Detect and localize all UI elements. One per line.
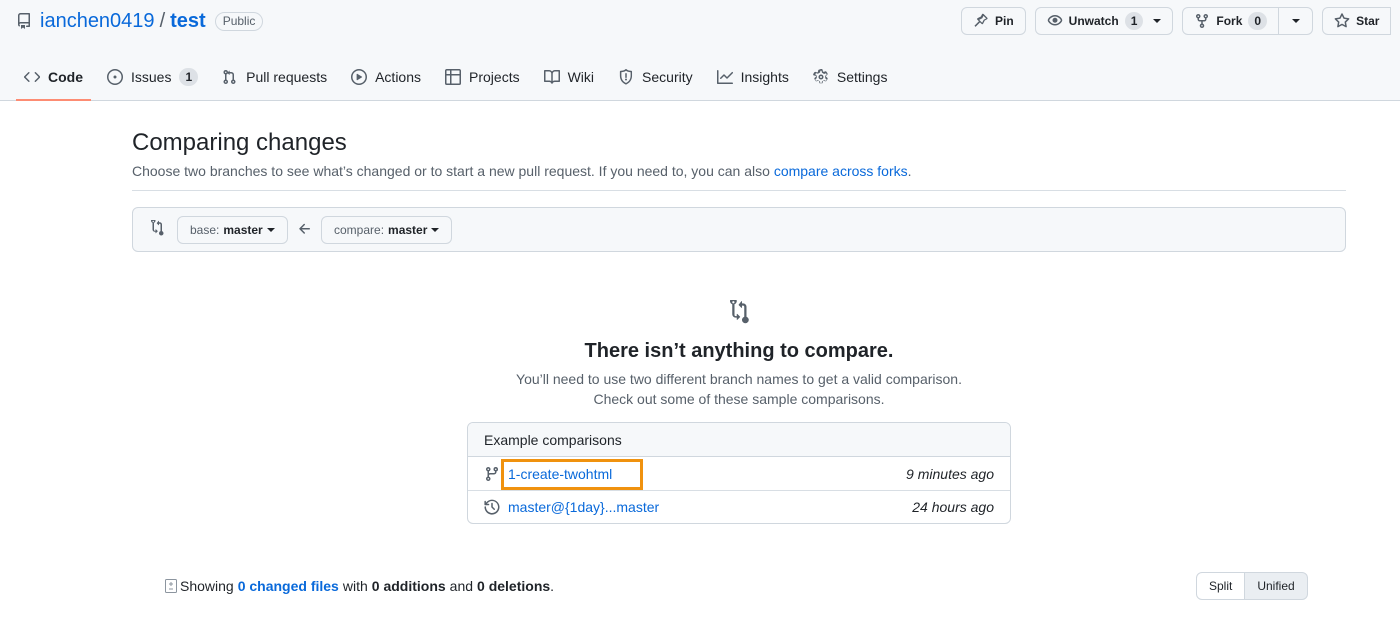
tab-code-label: Code [48,69,83,85]
tab-projects[interactable]: Projects [437,57,528,97]
compare-across-forks-link[interactable]: compare across forks [774,163,908,179]
tab-settings[interactable]: Settings [805,57,896,97]
additions-count: 0 additions [371,578,446,594]
unwatch-label: Unwatch [1068,14,1119,28]
description-text: Choose two branches to see what’s change… [132,163,774,179]
tab-actions-label: Actions [375,69,422,85]
table-icon [445,69,462,85]
unwatch-button[interactable]: Unwatch 1 [1034,7,1174,35]
base-branch-select[interactable]: base: master [177,216,288,244]
chevron-down-icon [431,228,440,232]
blankslate-line-2: Check out some of these sample compariso… [593,391,885,407]
example-row: master@{1day}...master 24 hours ago [468,490,1010,523]
git-compare-icon [149,220,165,236]
tab-security[interactable]: Security [610,57,701,97]
chevron-down-icon [1291,19,1300,23]
tab-insights-label: Insights [740,69,789,85]
repo-forked-icon [1194,13,1210,29]
code-icon [24,69,40,85]
split-view-button[interactable]: Split [1196,572,1246,600]
tab-pull-requests[interactable]: Pull requests [214,57,335,97]
git-compare-icon [727,300,751,324]
tab-code[interactable]: Code [16,57,91,101]
star-button[interactable]: Star [1322,7,1392,35]
tab-issues-label: Issues [131,69,172,85]
description-end: . [907,163,912,179]
blankslate-line-1: You’ll need to use two different branch … [516,371,962,387]
tab-projects-label: Projects [469,69,520,85]
example-link-history[interactable]: master@{1day}...master [508,499,659,515]
tab-insights[interactable]: Insights [709,57,797,97]
changed-files-link[interactable]: 0 changed files [238,578,339,594]
range-editor: base: master compare: master [132,207,1346,252]
diff-summary: Showing 0 changed files with 0 additions… [164,574,554,598]
chevron-down-icon [1153,19,1162,23]
gear-icon [813,69,829,85]
diff-and: and [449,578,474,594]
base-prefix: base: [190,223,220,237]
repo-title: ianchen0419 / test Public [16,8,264,34]
book-icon [543,69,560,85]
pin-icon [973,13,989,29]
example-time: 9 minutes ago [906,465,994,482]
repo-nav-tabs: Code Issues 1 Pull requests Actions Proj… [16,57,903,101]
compare-branch-name: master [388,223,428,237]
page-title: Comparing changes [132,129,347,156]
compare-branch-select[interactable]: compare: master [321,216,453,244]
example-row: 1-create-twohtml 9 minutes ago [468,457,1010,490]
tab-issues[interactable]: Issues 1 [99,57,206,97]
diff-with: with [342,578,368,594]
pin-button[interactable]: Pin [961,7,1026,35]
example-comparisons: Example comparisons 1-create-twohtml 9 m… [467,422,1011,524]
issue-opened-icon [107,69,123,85]
star-label: Star [1356,14,1380,28]
eye-icon [1047,13,1063,29]
arrow-left-icon [297,221,313,237]
base-branch-name: master [223,223,263,237]
chevron-down-icon [266,228,275,232]
divider [132,190,1346,191]
page-description: Choose two branches to see what’s change… [132,163,912,179]
repo-owner-link[interactable]: ianchen0419 [40,10,155,33]
example-comparisons-header: Example comparisons [468,423,1010,457]
diff-end: . [550,578,555,594]
compare-prefix: compare: [334,223,385,237]
diff-view-toggle: Split Unified [1196,572,1308,600]
fork-count: 0 [1248,12,1268,30]
highlight-box [501,459,643,490]
git-branch-icon [484,466,500,482]
tab-wiki[interactable]: Wiki [536,57,602,97]
path-separator: / [159,9,166,32]
pin-label: Pin [995,14,1014,28]
star-icon [1334,13,1350,29]
blankslate-title: There isn’t anything to compare. [584,340,894,362]
git-pull-request-icon [222,69,238,85]
repo-actions: Pin Unwatch 1 Fork 0 Star [961,7,1392,35]
graph-icon [716,69,733,85]
tab-wiki-label: Wiki [567,69,595,85]
unified-view-button[interactable]: Unified [1245,572,1308,600]
visibility-badge: Public [214,11,264,31]
fork-label: Fork [1216,14,1243,28]
file-diff-icon [164,578,178,594]
issues-count: 1 [179,68,199,86]
watch-count: 1 [1124,12,1144,30]
fork-button-group: Fork 0 [1182,7,1314,35]
shield-icon [618,69,634,85]
example-time: 24 hours ago [912,499,994,515]
tab-actions[interactable]: Actions [343,57,429,97]
fork-button[interactable]: Fork 0 [1182,7,1280,35]
tab-pull-requests-label: Pull requests [246,69,328,85]
tab-settings-label: Settings [836,69,888,85]
diff-showing: Showing [180,578,234,594]
blankslate: There isn’t anything to compare. You’ll … [132,300,1346,407]
fork-dropdown-button[interactable] [1279,7,1314,35]
repo-name-link[interactable]: test [170,10,206,33]
repo-header: ianchen0419 / test Public Pin Unwatch 1 [0,0,1400,101]
history-icon [484,499,500,515]
repo-icon [16,13,32,29]
play-icon [351,69,368,85]
deletions-count: 0 deletions [477,578,551,594]
tab-security-label: Security [642,69,693,85]
